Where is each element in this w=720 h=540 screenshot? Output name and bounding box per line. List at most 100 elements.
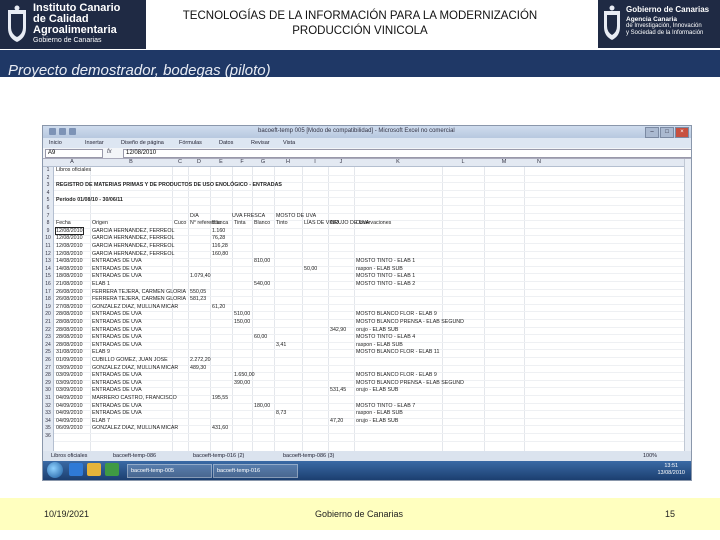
- table-cell[interactable]: 28/08/2010: [56, 319, 83, 325]
- row-header[interactable]: 17: [43, 289, 53, 295]
- cell-title[interactable]: Libros oficiales: [56, 167, 91, 173]
- row-header[interactable]: 20: [43, 311, 53, 317]
- sheet-tab[interactable]: bacoeft-temp-086: [113, 453, 156, 459]
- table-cell[interactable]: 76,28: [212, 235, 225, 241]
- table-cell[interactable]: 31/08/2010: [56, 349, 83, 355]
- column-header[interactable]: H: [274, 159, 302, 165]
- row-header[interactable]: 23: [43, 334, 53, 340]
- table-cell[interactable]: 12/08/2010: [56, 251, 83, 257]
- table-cell[interactable]: 150,00: [234, 319, 250, 325]
- table-cell[interactable]: ENTRADAS DE UVA: [92, 327, 142, 333]
- ribbon-tab[interactable]: Revisar: [251, 140, 270, 146]
- cell-area[interactable]: Libros oficiales REGISTRO DE MATERIAS PRI…: [54, 167, 691, 451]
- group-header[interactable]: UVA FRESCA: [232, 213, 265, 219]
- table-cell[interactable]: MOSTO BLANCO FLOR - ELAB 9: [356, 311, 437, 317]
- table-cell[interactable]: 8,73: [276, 410, 286, 416]
- table-cell[interactable]: MOSTO TINTO - ELAB 1: [356, 273, 415, 279]
- table-cell[interactable]: 1.160: [212, 228, 225, 234]
- minimize-icon[interactable]: –: [645, 127, 659, 138]
- table-cell[interactable]: 03/09/2010: [56, 372, 83, 378]
- table-cell[interactable]: ENTRADAS DE UVA: [92, 258, 142, 264]
- sheet-tab[interactable]: bacoeft-temp-086 (3): [283, 453, 334, 459]
- table-cell[interactable]: 28/08/2010: [56, 327, 83, 333]
- group-header[interactable]: D/A: [190, 213, 199, 219]
- row-header[interactable]: 5: [43, 197, 53, 203]
- table-cell[interactable]: MOSTO TINTO - ELAB 7: [356, 403, 415, 409]
- row-header[interactable]: 22: [43, 327, 53, 333]
- table-cell[interactable]: ENTRADAS DE UVA: [92, 403, 142, 409]
- table-cell[interactable]: 12/08/2010: [56, 235, 83, 241]
- row-header[interactable]: 29: [43, 380, 53, 386]
- ie-icon[interactable]: [69, 463, 83, 476]
- table-cell[interactable]: 390,00: [234, 380, 250, 386]
- taskbar-item-1[interactable]: bacoeft-temp-005: [127, 464, 212, 478]
- ribbon-tab[interactable]: Datos: [219, 140, 233, 146]
- row-header[interactable]: 32: [43, 403, 53, 409]
- table-cell[interactable]: 550,05: [190, 289, 206, 295]
- row-header[interactable]: 19: [43, 304, 53, 310]
- row-header[interactable]: 11: [43, 243, 53, 249]
- table-cell[interactable]: MOSTO TINTO - ELAB 1: [356, 258, 415, 264]
- table-cell[interactable]: ENTRADAS DE UVA: [92, 410, 142, 416]
- table-cell[interactable]: 195,55: [212, 395, 228, 401]
- sheet-tab[interactable]: bacoeft-temp-016 (2): [193, 453, 244, 459]
- close-icon[interactable]: ×: [675, 127, 689, 138]
- column-heading[interactable]: Cuco: [174, 220, 186, 226]
- column-header[interactable]: B: [90, 159, 172, 165]
- row-header[interactable]: 34: [43, 418, 53, 424]
- row-header[interactable]: 33: [43, 410, 53, 416]
- table-cell[interactable]: MOSTO BLANCO PRENSA - ELAB SEGUND: [356, 319, 464, 325]
- table-cell[interactable]: 489,30: [190, 365, 206, 371]
- table-cell[interactable]: ENTRADAS DE UVA: [92, 334, 142, 340]
- table-cell[interactable]: ENTRADAS DE UVA: [92, 266, 142, 272]
- table-cell[interactable]: 180,00: [254, 403, 270, 409]
- table-cell[interactable]: 61,20: [212, 304, 225, 310]
- table-cell[interactable]: ELAB 9: [92, 349, 110, 355]
- table-cell[interactable]: 18/08/2010: [56, 273, 83, 279]
- table-cell[interactable]: 531,45: [330, 387, 346, 393]
- table-cell[interactable]: 06/09/2010: [56, 425, 83, 431]
- fx-icon[interactable]: fx: [107, 149, 117, 155]
- row-header[interactable]: 28: [43, 372, 53, 378]
- row-header[interactable]: 4: [43, 190, 53, 196]
- table-cell[interactable]: 04/09/2010: [56, 395, 83, 401]
- table-cell[interactable]: 03/09/2010: [56, 387, 83, 393]
- excel-icon[interactable]: [105, 463, 119, 476]
- row-header[interactable]: 24: [43, 342, 53, 348]
- worksheet-grid[interactable]: ABCDEFGHIJKLMN 1 2 3 4 5 6 7 8 9 10 11 12 13 14 15 16 17…: [43, 159, 691, 451]
- row-header[interactable]: 7: [43, 213, 53, 219]
- maximize-icon[interactable]: □: [660, 127, 674, 138]
- table-cell[interactable]: 27/08/2010: [56, 304, 83, 310]
- column-header[interactable]: E: [210, 159, 232, 165]
- row-header[interactable]: 31: [43, 395, 53, 401]
- table-cell[interactable]: ENTRADAS DE UVA: [92, 319, 142, 325]
- table-cell[interactable]: MOSTO BLANCO FLOR - ELAB 9: [356, 372, 437, 378]
- ribbon-tab[interactable]: Fórmulas: [179, 140, 202, 146]
- table-cell[interactable]: 342,90: [330, 327, 346, 333]
- table-cell[interactable]: 26/08/2010: [56, 289, 83, 295]
- table-cell[interactable]: 01/09/2010: [56, 357, 83, 363]
- zoom-level[interactable]: 100%: [643, 453, 657, 459]
- row-header[interactable]: 15: [43, 273, 53, 279]
- row-header[interactable]: 14: [43, 266, 53, 272]
- row-header[interactable]: 2: [43, 175, 53, 181]
- table-cell[interactable]: 1.650,00: [234, 372, 255, 378]
- table-cell[interactable]: 28/08/2010: [56, 311, 83, 317]
- table-cell[interactable]: MOSTO BLANCO FLOR - ELAB 11: [356, 349, 439, 355]
- column-heading[interactable]: Blanco: [254, 220, 270, 226]
- table-cell[interactable]: 28/08/2010: [56, 342, 83, 348]
- row-header[interactable]: 6: [43, 205, 53, 211]
- column-header[interactable]: A: [54, 159, 90, 165]
- table-cell[interactable]: MOSTO TINTO - ELAB 4: [356, 334, 415, 340]
- table-cell[interactable]: orujo - ELAB SUB: [356, 327, 398, 333]
- table-cell[interactable]: ENTRADAS DE UVA: [92, 342, 142, 348]
- row-header[interactable]: 25: [43, 349, 53, 355]
- table-cell[interactable]: 04/09/2010: [56, 418, 83, 424]
- table-cell[interactable]: 28/08/2010: [56, 334, 83, 340]
- table-cell[interactable]: 03/09/2010: [56, 380, 83, 386]
- office-button-icon[interactable]: [49, 128, 56, 135]
- table-cell[interactable]: 12/08/2010: [55, 226, 84, 235]
- table-cell[interactable]: MARRERO CASTRO, FRANCISCO: [92, 395, 177, 401]
- table-cell[interactable]: 04/09/2010: [56, 403, 83, 409]
- table-cell[interactable]: GARCIA HERNANDEZ, FERREOL: [92, 243, 174, 249]
